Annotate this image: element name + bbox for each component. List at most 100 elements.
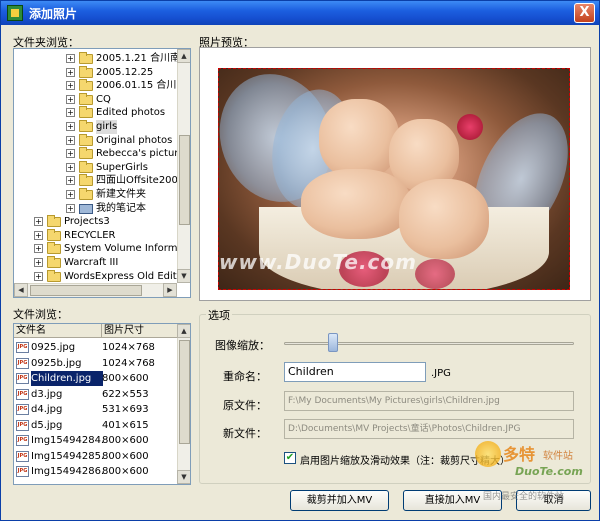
file-name: d3.jpg <box>31 388 63 400</box>
file-row[interactable]: JPG d3.jpg 622×553 <box>14 387 176 402</box>
file-list[interactable]: 文件名 图片尺寸 JPG 0925.jpg 1024×768 JPG 0925b.jpg… <box>13 323 191 485</box>
file-name: d5.jpg <box>31 419 63 431</box>
tree-item-label: 2005.1.21 合川南 <box>96 53 181 64</box>
crop-add-button[interactable]: 裁剪并加入MV <box>290 490 389 511</box>
file-size: 1024×768 <box>102 342 155 353</box>
tree-item[interactable]: + RECYCLER <box>14 228 177 243</box>
rename-extension: .JPG <box>431 368 451 379</box>
scroll-up-icon[interactable]: ▲ <box>177 324 190 338</box>
file-row[interactable]: JPG Img15494284... 800×600 <box>14 433 176 448</box>
folder-icon <box>47 269 61 282</box>
tree-item[interactable]: + WordsExpress Old Edition <box>14 269 190 284</box>
logo-sub: 软件站 <box>543 451 573 462</box>
file-size: 800×600 <box>102 373 149 384</box>
file-name: 0925.jpg <box>31 342 76 353</box>
file-name: d4.jpg <box>31 404 63 415</box>
expand-icon[interactable]: + <box>34 230 43 240</box>
tree-item[interactable]: + girls <box>14 120 177 134</box>
expand-icon[interactable]: + <box>66 81 75 91</box>
tree-item[interactable]: +2005.12.25 <box>14 65 177 80</box>
zoom-effect-checkbox[interactable]: ✔ <box>284 452 296 464</box>
file-name: Img15494284... <box>31 435 103 446</box>
tree-item[interactable]: + SuperGirls <box>14 160 177 175</box>
tree-item[interactable]: + Warcraft III <box>14 256 177 270</box>
tree-item[interactable]: + Projects3 <box>14 215 177 229</box>
expand-icon[interactable]: + <box>66 94 75 104</box>
folder-icon <box>79 65 93 78</box>
tree-item[interactable]: + CQ <box>14 92 177 107</box>
expand-icon[interactable]: + <box>66 122 75 131</box>
original-file-field: F:\My Documents\My Pictures\girls\Childr… <box>284 391 574 411</box>
zoom-slider-thumb[interactable] <box>328 333 339 352</box>
expand-icon[interactable]: + <box>66 190 75 199</box>
tree-item[interactable]: + Rebecca's picture <box>14 147 184 161</box>
expand-icon[interactable]: + <box>34 271 43 281</box>
column-header-name[interactable]: 文件名 <box>14 324 102 338</box>
tree-item[interactable]: +2005.1.21 合川南 <box>14 52 181 66</box>
tree-item-label: 2005.12.25 <box>96 66 154 78</box>
expand-icon[interactable]: + <box>66 149 75 159</box>
jpg-file-icon: JPG <box>16 435 29 446</box>
column-header-size[interactable]: 图片尺寸 <box>102 324 178 338</box>
scroll-down-icon[interactable]: ▼ <box>177 269 190 283</box>
tree-item-label: Rebecca's picture <box>96 148 185 160</box>
file-row[interactable]: JPG 0925.jpg 1024×768 <box>14 340 176 355</box>
scroll-down-icon[interactable]: ▼ <box>177 470 190 484</box>
scroll-thumb[interactable] <box>179 340 190 444</box>
file-row[interactable]: JPG Img15494285... 800×600 <box>14 449 176 464</box>
expand-icon[interactable]: + <box>66 67 75 77</box>
expand-icon[interactable]: + <box>34 217 43 227</box>
tree-item[interactable]: + System Volume Information <box>14 242 190 256</box>
folder-icon <box>79 160 93 173</box>
tree-item[interactable]: + 四面山Offsite2006 <box>14 174 184 188</box>
file-row[interactable]: JPG Children.jpg 800×600 <box>14 370 176 387</box>
window-title: 添加照片 <box>29 7 78 21</box>
logo-icon <box>475 441 501 467</box>
folder-tree-hscrollbar[interactable]: ◀ ▶ <box>14 283 177 297</box>
folder-icon <box>79 188 93 200</box>
rename-input[interactable]: Children <box>284 362 426 382</box>
scroll-up-icon[interactable]: ▲ <box>177 49 190 63</box>
tree-item[interactable]: + Original photos <box>14 133 177 148</box>
baby-face-shape <box>319 99 399 179</box>
tree-item[interactable]: + 我的笔记本 <box>14 202 177 216</box>
baby-body-shape <box>399 179 489 259</box>
folder-icon <box>79 120 93 132</box>
file-list-vscrollbar[interactable]: ▲ ▼ <box>177 324 190 484</box>
scroll-left-icon[interactable]: ◀ <box>14 283 28 297</box>
title-bar[interactable]: 添加照片 X <box>1 1 599 25</box>
app-icon <box>7 5 23 21</box>
file-size: 800×600 <box>102 435 149 446</box>
expand-icon[interactable]: + <box>66 203 75 213</box>
expand-icon[interactable]: + <box>34 244 43 254</box>
baby-body-shape <box>301 169 411 239</box>
file-row[interactable]: JPG d5.jpg 401×615 <box>14 418 176 433</box>
expand-icon[interactable]: + <box>66 135 75 145</box>
folder-tree[interactable]: +2005.1.21 合川南 +2005.12.25 +2006.01.15 合川 +… <box>13 48 191 298</box>
scroll-thumb[interactable] <box>30 285 142 296</box>
folder-tree-vscrollbar[interactable]: ▲ ▼ <box>177 49 190 283</box>
expand-icon[interactable]: + <box>66 176 75 186</box>
tree-item-label: Projects3 <box>64 216 110 228</box>
file-row[interactable]: JPG d4.jpg 531×693 <box>14 402 176 417</box>
scroll-thumb[interactable] <box>179 135 190 225</box>
close-button[interactable]: X <box>574 3 595 23</box>
expand-icon[interactable]: + <box>34 258 43 267</box>
folder-icon <box>79 52 93 64</box>
options-group-title: 选项 <box>206 307 232 323</box>
expand-icon[interactable]: + <box>66 54 75 63</box>
file-row[interactable]: JPG 0925b.jpg 1024×768 <box>14 356 176 371</box>
jpg-file-icon: JPG <box>16 388 29 400</box>
file-row[interactable]: JPG Img15494286... 800×600 <box>14 464 176 479</box>
file-size: 800×600 <box>102 450 149 462</box>
jpg-file-icon: JPG <box>16 419 29 431</box>
tree-item[interactable]: +2006.01.15 合川 <box>14 79 177 93</box>
tree-item[interactable]: + Edited photos <box>14 106 177 120</box>
scroll-right-icon[interactable]: ▶ <box>163 283 177 297</box>
jpg-file-icon: JPG <box>16 450 29 462</box>
folder-icon <box>79 92 93 105</box>
tree-item[interactable]: + 新建文件夹 <box>14 188 177 202</box>
expand-icon[interactable]: + <box>66 162 75 172</box>
tree-item-label: RECYCLER <box>64 229 116 241</box>
expand-icon[interactable]: + <box>66 108 75 118</box>
